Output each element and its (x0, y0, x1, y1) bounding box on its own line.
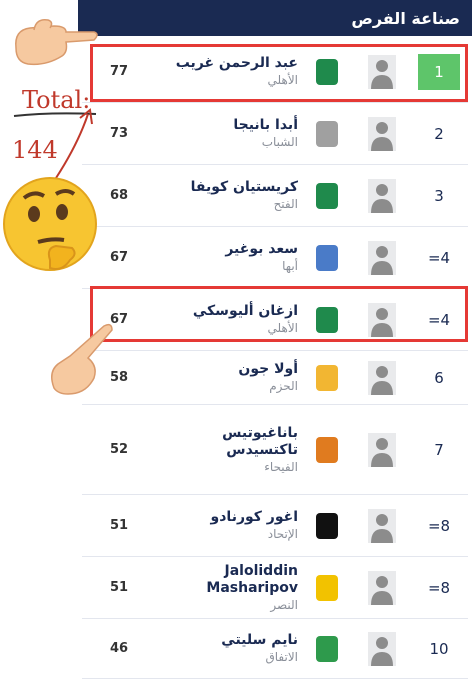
stat-value: 51 (110, 580, 129, 595)
player-name[interactable]: سعد بوغير (148, 241, 298, 258)
player-name[interactable]: باناغيوتيس تاكتسيدس (148, 425, 298, 459)
pointing-hand-icon (51, 323, 113, 395)
player-name[interactable]: أبدا بانيجا (148, 117, 298, 134)
player-info: كريستيان كويفا الفتح (148, 179, 298, 212)
person-placeholder-icon (368, 361, 396, 395)
rank-cell: 6 (434, 369, 444, 387)
table-row[interactable]: 10 نايم سليتي الاتفاق 46 (82, 620, 468, 679)
club-crest-icon (316, 365, 338, 391)
player-club: الحزم (269, 379, 298, 393)
table-row[interactable]: 6 أولا جون الحزم 58 (82, 352, 468, 405)
club-crest-icon (316, 183, 338, 209)
rank-cell: 3 (434, 187, 444, 205)
player-club: الفتح (273, 197, 298, 211)
player-name[interactable]: كريستيان كويفا (148, 179, 298, 196)
stat-value: 51 (110, 518, 129, 533)
club-crest-icon (316, 575, 338, 601)
rank-cell: =4 (427, 249, 451, 267)
person-placeholder-icon (368, 433, 396, 467)
player-name[interactable]: أولا جون (148, 361, 298, 378)
player-club: النصر (270, 597, 298, 612)
player-name[interactable]: Jaloliddin Masharipov (148, 563, 298, 597)
stat-value: 67 (110, 250, 129, 265)
table-row[interactable]: =8 اغور كورنادو الإتحاد 51 (82, 496, 468, 557)
table-row[interactable]: 3 كريستيان كويفا الفتح 68 (82, 166, 468, 227)
rank-cell: =8 (427, 579, 451, 597)
rank-cell: 10 (429, 640, 449, 658)
stat-value: 46 (110, 641, 129, 656)
person-placeholder-icon (368, 509, 396, 543)
thinking-face-icon (3, 177, 97, 271)
stat-value: 73 (110, 126, 129, 141)
table-row[interactable]: =8 Jaloliddin Masharipov النصر 51 (82, 558, 468, 619)
player-info: نايم سليتي الاتفاق (148, 632, 298, 665)
pointing-hand-icon (15, 18, 98, 66)
table-row[interactable]: 2 أبدا بانيجا الشباب 73 (82, 104, 468, 165)
player-name[interactable]: نايم سليتي (148, 632, 298, 649)
player-info: Jaloliddin Masharipov النصر (148, 563, 298, 613)
person-placeholder-icon (368, 117, 396, 151)
person-placeholder-icon (368, 571, 396, 605)
player-info: أبدا بانيجا الشباب (148, 117, 298, 150)
highlight-box-fifth (90, 286, 468, 342)
player-club: الإتحاد (267, 527, 298, 541)
person-placeholder-icon (368, 179, 396, 213)
stat-value: 68 (110, 188, 129, 203)
rank-cell: 7 (434, 441, 444, 459)
club-crest-icon (316, 245, 338, 271)
player-club: الاتفاق (265, 650, 298, 664)
player-info: باناغيوتيس تاكتسيدس الفيحاء (148, 425, 298, 475)
club-crest-icon (316, 437, 338, 463)
page-title-text: صناعة الفرص (351, 8, 460, 28)
club-crest-icon (316, 513, 338, 539)
player-club: الفيحاء (264, 459, 298, 474)
player-info: اغور كورنادو الإتحاد (148, 509, 298, 542)
person-placeholder-icon (368, 632, 396, 666)
player-club: الشباب (261, 135, 298, 149)
rank-cell: =8 (427, 517, 451, 535)
table-row[interactable]: 7 باناغيوتيس تاكتسيدس الفيحاء 52 (82, 406, 468, 495)
page-title: صناعة الفرص (78, 0, 472, 36)
stat-value: 52 (110, 442, 129, 457)
player-club: أبها (282, 259, 298, 273)
person-placeholder-icon (368, 241, 396, 275)
player-info: سعد بوغير أبها (148, 241, 298, 274)
player-name[interactable]: اغور كورنادو (148, 509, 298, 526)
club-crest-icon (316, 121, 338, 147)
highlight-box-top (90, 44, 468, 102)
player-info: أولا جون الحزم (148, 361, 298, 394)
table-row[interactable]: =4 سعد بوغير أبها 67 (82, 228, 468, 289)
rank-cell: 2 (434, 125, 444, 143)
club-crest-icon (316, 636, 338, 662)
